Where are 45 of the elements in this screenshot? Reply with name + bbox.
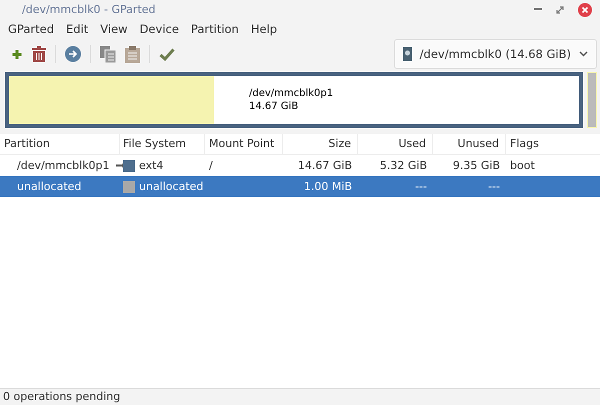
table-cell: 5.32 GiB	[380, 159, 427, 172]
add-icon[interactable]	[11, 48, 23, 60]
minimize-icon[interactable]	[534, 8, 542, 11]
table-cell: boot	[510, 159, 535, 172]
drive-icon	[402, 47, 412, 61]
copy-icon[interactable]	[100, 46, 116, 62]
column-header[interactable]: Used	[358, 134, 433, 154]
table-cell: ext4	[139, 159, 164, 172]
column-header[interactable]: Mount Point	[205, 134, 283, 154]
table-cell: unallocated	[139, 180, 204, 193]
clipboard-icon[interactable]	[125, 46, 140, 62]
table-row[interactable]: /dev/mmcblk0p1 ext4 / 14.67 GiB 5.32 GiB 9.35 GiB boot	[0, 155, 600, 176]
maximize-icon[interactable]	[556, 6, 564, 14]
table-cell: 1.00 MiB	[304, 180, 352, 193]
status-text: 0 operations pending	[0, 388, 600, 405]
menu-item[interactable]: Help	[244, 22, 284, 36]
table-cell: unallocated	[17, 180, 82, 193]
column-header[interactable]: Flags	[506, 134, 586, 154]
menu-item[interactable]: View	[94, 22, 134, 36]
table-row[interactable]: unallocated unallocated 1.00 MiB --- ---	[0, 176, 600, 197]
menu-item[interactable]: GParted	[2, 22, 60, 36]
window-title: /dev/mmcblk0 - GParted	[22, 3, 156, 16]
checkmark-icon[interactable]	[159, 48, 175, 60]
trash-icon[interactable]	[32, 46, 46, 62]
table-cell: /	[209, 159, 213, 172]
table-cell: 14.67 GiB	[298, 159, 352, 172]
column-header[interactable]: Size	[283, 134, 358, 154]
close-icon[interactable]	[578, 2, 592, 16]
table-cell: ---	[415, 180, 427, 193]
caret-icon	[579, 51, 588, 57]
table-cell: ---	[488, 180, 500, 193]
partition-name: /dev/mmcblk0p1	[249, 87, 334, 100]
column-header[interactable]: Partition	[0, 134, 120, 154]
menu-item[interactable]: Edit	[60, 22, 94, 36]
table-cell: 9.35 GiB	[452, 159, 500, 172]
device-label: /dev/mmcblk0 (14.68 GiB)	[420, 47, 571, 61]
column-header[interactable]: Unused	[433, 134, 506, 154]
partition-map[interactable]: /dev/mmcblk0p1 14.67 GiB	[5, 72, 583, 128]
device-dropdown[interactable]: /dev/mmcblk0 (14.68 GiB)	[394, 39, 597, 69]
menu-item[interactable]: Device	[134, 22, 185, 36]
menu-item[interactable]: Partition	[184, 22, 245, 36]
arrow-circle-icon[interactable]	[65, 46, 81, 62]
partition-size: 14.67 GiB	[249, 100, 300, 113]
table-cell: /dev/mmcblk0p1	[17, 159, 110, 172]
column-header[interactable]: File System	[120, 134, 205, 154]
